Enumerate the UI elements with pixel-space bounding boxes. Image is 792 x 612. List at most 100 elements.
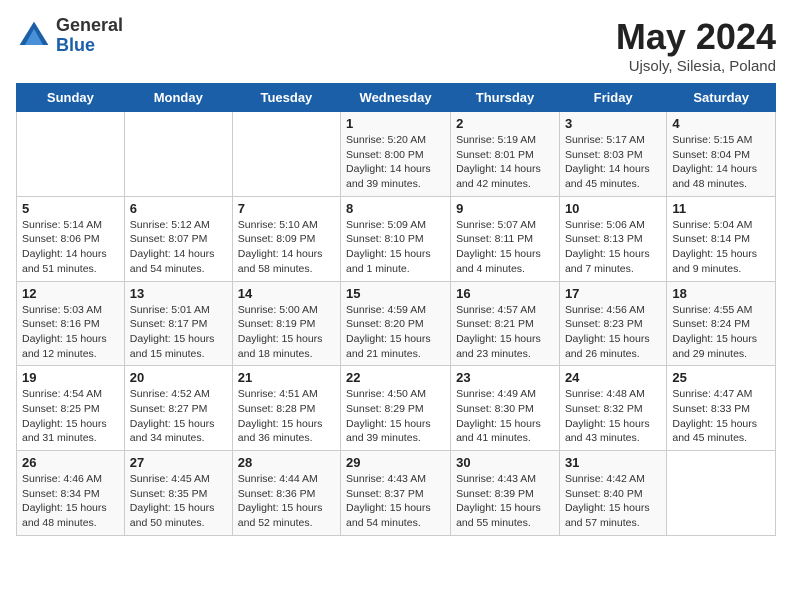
calendar-cell — [232, 112, 340, 197]
day-number: 23 — [456, 370, 554, 385]
calendar-cell: 27 Sunrise: 4:45 AM Sunset: 8:35 PM Dayli… — [124, 451, 232, 536]
day-number: 3 — [565, 116, 661, 131]
logo-blue-text: Blue — [56, 36, 123, 56]
calendar-cell: 29 Sunrise: 4:43 AM Sunset: 8:37 PM Dayli… — [341, 451, 451, 536]
calendar-cell: 8 Sunrise: 5:09 AM Sunset: 8:10 PM Daylig… — [341, 196, 451, 281]
day-info: Sunrise: 4:50 AM Sunset: 8:29 PM Dayligh… — [346, 387, 445, 446]
calendar-cell: 19 Sunrise: 4:54 AM Sunset: 8:25 PM Dayli… — [17, 366, 125, 451]
day-info: Sunrise: 5:09 AM Sunset: 8:10 PM Dayligh… — [346, 218, 445, 277]
day-info: Sunrise: 5:06 AM Sunset: 8:13 PM Dayligh… — [565, 218, 661, 277]
day-header-wednesday: Wednesday — [341, 84, 451, 112]
calendar-subtitle: Ujsoly, Silesia, Poland — [616, 58, 776, 75]
day-info: Sunrise: 5:12 AM Sunset: 8:07 PM Dayligh… — [130, 218, 227, 277]
day-number: 2 — [456, 116, 554, 131]
calendar-cell: 14 Sunrise: 5:00 AM Sunset: 8:19 PM Dayli… — [232, 281, 340, 366]
day-info: Sunrise: 5:01 AM Sunset: 8:17 PM Dayligh… — [130, 303, 227, 362]
calendar-cell: 3Sunrise: 5:17 AM Sunset: 8:03 PM Daylig… — [559, 112, 666, 197]
logo-text: General Blue — [56, 16, 123, 56]
week-row-5: 26 Sunrise: 4:46 AM Sunset: 8:34 PM Dayli… — [17, 451, 776, 536]
day-header-thursday: Thursday — [451, 84, 560, 112]
day-number: 30 — [456, 455, 554, 470]
calendar-cell: 25 Sunrise: 4:47 AM Sunset: 8:33 PM Dayli… — [667, 366, 776, 451]
day-info: Sunrise: 5:19 AM Sunset: 8:01 PM Dayligh… — [456, 133, 554, 192]
calendar-cell: 5 Sunrise: 5:14 AM Sunset: 8:06 PM Daylig… — [17, 196, 125, 281]
calendar-cell — [667, 451, 776, 536]
day-info: Sunrise: 4:44 AM Sunset: 8:36 PM Dayligh… — [238, 472, 335, 531]
day-number: 17 — [565, 286, 661, 301]
calendar-cell: 23 Sunrise: 4:49 AM Sunset: 8:30 PM Dayli… — [451, 366, 560, 451]
day-header-tuesday: Tuesday — [232, 84, 340, 112]
day-info: Sunrise: 4:57 AM Sunset: 8:21 PM Dayligh… — [456, 303, 554, 362]
week-row-2: 5 Sunrise: 5:14 AM Sunset: 8:06 PM Daylig… — [17, 196, 776, 281]
day-info: Sunrise: 5:00 AM Sunset: 8:19 PM Dayligh… — [238, 303, 335, 362]
calendar-cell: 9Sunrise: 5:07 AM Sunset: 8:11 PM Daylig… — [451, 196, 560, 281]
day-info: Sunrise: 4:46 AM Sunset: 8:34 PM Dayligh… — [22, 472, 119, 531]
calendar-title: May 2024 — [616, 16, 776, 58]
calendar-cell: 10 Sunrise: 5:06 AM Sunset: 8:13 PM Dayli… — [559, 196, 666, 281]
day-number: 4 — [672, 116, 770, 131]
day-info: Sunrise: 4:49 AM Sunset: 8:30 PM Dayligh… — [456, 387, 554, 446]
calendar-cell — [17, 112, 125, 197]
day-info: Sunrise: 4:51 AM Sunset: 8:28 PM Dayligh… — [238, 387, 335, 446]
day-info: Sunrise: 4:56 AM Sunset: 8:23 PM Dayligh… — [565, 303, 661, 362]
day-number: 16 — [456, 286, 554, 301]
day-number: 27 — [130, 455, 227, 470]
logo-general-text: General — [56, 16, 123, 36]
day-number: 21 — [238, 370, 335, 385]
calendar-cell: 24Sunrise: 4:48 AM Sunset: 8:32 PM Dayli… — [559, 366, 666, 451]
day-number: 20 — [130, 370, 227, 385]
day-number: 25 — [672, 370, 770, 385]
calendar-cell — [124, 112, 232, 197]
calendar-cell: 13 Sunrise: 5:01 AM Sunset: 8:17 PM Dayli… — [124, 281, 232, 366]
calendar-cell: 11Sunrise: 5:04 AM Sunset: 8:14 PM Dayli… — [667, 196, 776, 281]
day-info: Sunrise: 4:47 AM Sunset: 8:33 PM Dayligh… — [672, 387, 770, 446]
day-number: 19 — [22, 370, 119, 385]
day-number: 7 — [238, 201, 335, 216]
day-info: Sunrise: 4:42 AM Sunset: 8:40 PM Dayligh… — [565, 472, 661, 531]
days-header-row: SundayMondayTuesdayWednesdayThursdayFrid… — [17, 84, 776, 112]
day-info: Sunrise: 4:43 AM Sunset: 8:37 PM Dayligh… — [346, 472, 445, 531]
day-number: 22 — [346, 370, 445, 385]
title-block: May 2024 Ujsoly, Silesia, Poland — [616, 16, 776, 75]
calendar-cell: 12 Sunrise: 5:03 AM Sunset: 8:16 PM Dayli… — [17, 281, 125, 366]
day-info: Sunrise: 4:59 AM Sunset: 8:20 PM Dayligh… — [346, 303, 445, 362]
day-info: Sunrise: 5:14 AM Sunset: 8:06 PM Dayligh… — [22, 218, 119, 277]
calendar-cell: 17 Sunrise: 4:56 AM Sunset: 8:23 PM Dayli… — [559, 281, 666, 366]
day-number: 9 — [456, 201, 554, 216]
day-info: Sunrise: 5:15 AM Sunset: 8:04 PM Dayligh… — [672, 133, 770, 192]
week-row-3: 12 Sunrise: 5:03 AM Sunset: 8:16 PM Dayli… — [17, 281, 776, 366]
logo-icon — [16, 18, 52, 54]
calendar-cell: 20 Sunrise: 4:52 AM Sunset: 8:27 PM Dayli… — [124, 366, 232, 451]
day-number: 10 — [565, 201, 661, 216]
day-number: 26 — [22, 455, 119, 470]
day-number: 18 — [672, 286, 770, 301]
day-header-friday: Friday — [559, 84, 666, 112]
calendar-cell: 18 Sunrise: 4:55 AM Sunset: 8:24 PM Dayli… — [667, 281, 776, 366]
calendar-cell: 4 Sunrise: 5:15 AM Sunset: 8:04 PM Daylig… — [667, 112, 776, 197]
calendar-cell: 1Sunrise: 5:20 AM Sunset: 8:00 PM Daylig… — [341, 112, 451, 197]
page-header: General Blue May 2024 Ujsoly, Silesia, P… — [16, 16, 776, 75]
day-info: Sunrise: 5:03 AM Sunset: 8:16 PM Dayligh… — [22, 303, 119, 362]
day-number: 28 — [238, 455, 335, 470]
calendar-cell: 6Sunrise: 5:12 AM Sunset: 8:07 PM Daylig… — [124, 196, 232, 281]
day-info: Sunrise: 4:55 AM Sunset: 8:24 PM Dayligh… — [672, 303, 770, 362]
week-row-1: 1Sunrise: 5:20 AM Sunset: 8:00 PM Daylig… — [17, 112, 776, 197]
day-header-monday: Monday — [124, 84, 232, 112]
calendar-cell: 22 Sunrise: 4:50 AM Sunset: 8:29 PM Dayli… — [341, 366, 451, 451]
day-number: 5 — [22, 201, 119, 216]
day-number: 29 — [346, 455, 445, 470]
day-number: 8 — [346, 201, 445, 216]
day-info: Sunrise: 4:52 AM Sunset: 8:27 PM Dayligh… — [130, 387, 227, 446]
calendar-cell: 26 Sunrise: 4:46 AM Sunset: 8:34 PM Dayli… — [17, 451, 125, 536]
day-header-saturday: Saturday — [667, 84, 776, 112]
day-number: 14 — [238, 286, 335, 301]
day-info: Sunrise: 4:45 AM Sunset: 8:35 PM Dayligh… — [130, 472, 227, 531]
day-number: 11 — [672, 201, 770, 216]
calendar-cell: 2 Sunrise: 5:19 AM Sunset: 8:01 PM Daylig… — [451, 112, 560, 197]
day-header-sunday: Sunday — [17, 84, 125, 112]
day-number: 12 — [22, 286, 119, 301]
day-number: 13 — [130, 286, 227, 301]
day-number: 24 — [565, 370, 661, 385]
day-info: Sunrise: 4:54 AM Sunset: 8:25 PM Dayligh… — [22, 387, 119, 446]
calendar-cell: 28 Sunrise: 4:44 AM Sunset: 8:36 PM Dayli… — [232, 451, 340, 536]
